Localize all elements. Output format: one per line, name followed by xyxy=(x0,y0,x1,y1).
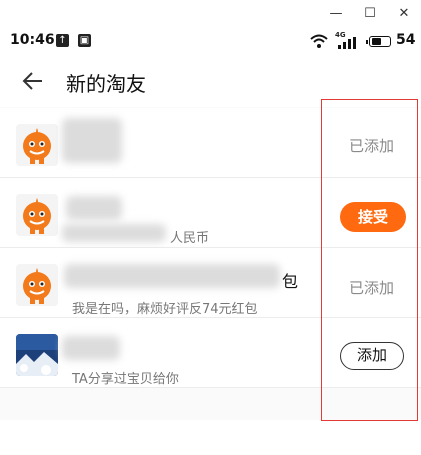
back-arrow-icon[interactable] xyxy=(22,66,52,96)
upload-icon: ↑ xyxy=(56,34,69,47)
add-friend-button[interactable]: 添加 xyxy=(340,342,404,370)
added-status: 已添加 xyxy=(349,279,395,297)
avatar xyxy=(16,264,58,306)
signal-icon xyxy=(338,37,356,49)
blurred-name xyxy=(62,118,122,163)
list-item[interactable]: 包 我是在吗，麻烦好评反74元红包 已添加 xyxy=(0,248,421,318)
friend-subtitle: 人民币 xyxy=(170,231,210,246)
avatar xyxy=(16,194,58,236)
friend-subtitle: 我是在吗，麻烦好评反74元红包 xyxy=(72,302,258,317)
blurred-subtitle xyxy=(62,224,166,242)
image-icon: ▣ xyxy=(78,34,91,47)
close-icon[interactable]: ✕ xyxy=(390,4,418,24)
battery-icon xyxy=(366,36,391,47)
wifi-icon xyxy=(310,34,328,48)
avatar xyxy=(16,334,58,376)
page-title: 新的淘友 xyxy=(66,72,146,96)
friend-subtitle: TA分享过宝贝给你 xyxy=(72,372,179,387)
added-status: 已添加 xyxy=(349,137,395,155)
avatar xyxy=(16,124,58,166)
list-item[interactable]: 已添加 xyxy=(0,108,421,178)
blurred-name xyxy=(66,196,122,220)
mascot-avatar-icon xyxy=(16,264,58,306)
page-header: 新的淘友 xyxy=(0,56,421,106)
window-titlebar: — ☐ ✕ xyxy=(0,0,421,28)
battery-level xyxy=(372,38,381,45)
minimize-icon[interactable]: — xyxy=(322,4,350,24)
mascot-avatar-icon xyxy=(16,194,58,236)
landscape-avatar-icon xyxy=(16,334,58,376)
blurred-name xyxy=(62,336,120,360)
maximize-icon[interactable]: ☐ xyxy=(356,4,384,24)
mascot-avatar-icon xyxy=(16,124,58,166)
status-bar: 10:46 ↑ ▣ 4G 54 xyxy=(0,28,421,54)
page-bottom xyxy=(0,421,421,455)
battery-percent: 54 xyxy=(396,32,416,48)
status-time: 10:46 xyxy=(10,32,55,48)
blurred-name xyxy=(64,264,280,288)
friend-name-suffix: 包 xyxy=(282,272,299,291)
accept-button[interactable]: 接受 xyxy=(340,202,406,232)
